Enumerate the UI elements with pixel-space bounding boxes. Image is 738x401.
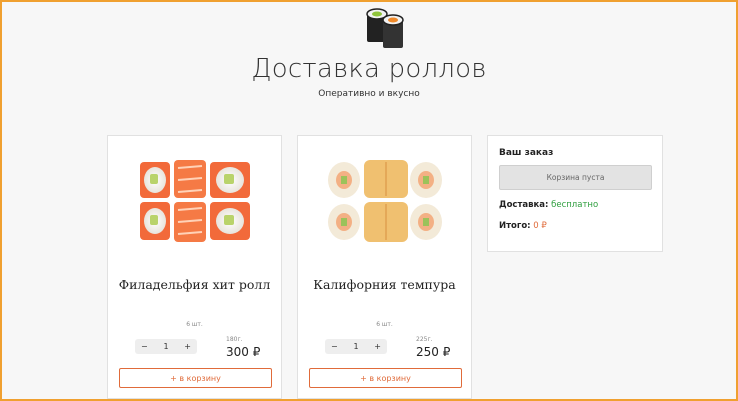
delivery-label: Доставка: <box>499 200 549 210</box>
page-title: Доставка роллов <box>251 54 487 84</box>
order-title: Ваш заказ <box>499 148 554 158</box>
add-to-cart-button[interactable]: + в корзину <box>119 368 272 388</box>
product-pieces: 6 шт. <box>376 321 393 328</box>
decrease-button[interactable]: − <box>141 342 148 351</box>
sushi-rolls-icon <box>366 8 404 48</box>
product-price: 300 ₽ <box>226 345 261 359</box>
page-subtitle: Оперативно и вкусно <box>318 89 420 99</box>
delivery-info: Доставка: бесплатно <box>499 200 598 210</box>
total-info: Итого: 0 ₽ <box>499 221 547 231</box>
quantity-value: 1 <box>163 342 169 351</box>
cart-empty-notice: Корзина пуста <box>499 165 652 190</box>
increase-button[interactable]: + <box>184 342 191 351</box>
product-name: Филадельфия хит ролл <box>118 277 271 292</box>
quantity-stepper: − 1 + <box>135 339 197 354</box>
quantity-value: 1 <box>353 342 359 351</box>
product-image <box>140 160 250 242</box>
decrease-button[interactable]: − <box>331 342 338 351</box>
product-weight: 225г. <box>416 336 433 343</box>
increase-button[interactable]: + <box>374 342 381 351</box>
product-image <box>328 160 442 242</box>
product-card-california: Калифорния темпура 6 шт. − 1 + 225г. 250… <box>297 135 472 399</box>
add-to-cart-button[interactable]: + в корзину <box>309 368 462 388</box>
total-label: Итого: <box>499 221 531 231</box>
delivery-value: бесплатно <box>551 200 599 210</box>
product-pieces: 6 шт. <box>186 321 203 328</box>
product-weight: 180г. <box>226 336 243 343</box>
total-value: 0 ₽ <box>533 221 547 231</box>
quantity-stepper: − 1 + <box>325 339 387 354</box>
product-price: 250 ₽ <box>416 345 451 359</box>
product-name: Калифорния темпура <box>313 277 456 292</box>
product-card-philadelphia: Филадельфия хит ролл 6 шт. − 1 + 180г. 3… <box>107 135 282 399</box>
order-summary: Ваш заказ Корзина пуста Доставка: беспла… <box>487 135 663 252</box>
